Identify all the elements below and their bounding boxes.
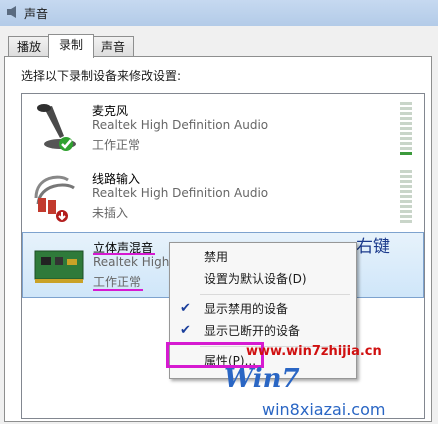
device-description: Realtek High — [93, 255, 170, 269]
menu-item-set-default[interactable]: 设置为默认设备(D) — [172, 268, 354, 290]
microphone-icon — [37, 104, 76, 151]
title-bar: 声音 — [0, 0, 438, 27]
device-description: Realtek High Definition Audio — [92, 118, 269, 132]
line-in-cable-icon — [34, 175, 75, 222]
device-name: 线路输入 — [92, 172, 141, 186]
level-meter — [400, 170, 412, 226]
tab-playback[interactable]: 播放 — [8, 36, 50, 57]
device-row[interactable]: 线路输入 Realtek High Definition Audio 未插入 — [22, 164, 424, 230]
annotation-underline — [93, 289, 143, 291]
watermark-site: win8xiazai.com — [262, 400, 386, 419]
checkmark-icon: ✔ — [180, 301, 191, 316]
watermark-logo: Win7 — [224, 364, 300, 394]
checkmark-icon: ✔ — [180, 323, 191, 338]
device-status: 工作正常 — [92, 138, 141, 152]
tab-sounds[interactable]: 声音 — [92, 36, 134, 57]
menu-item-show-disconnected[interactable]: ✔ 显示已断开的设备 — [172, 320, 354, 342]
speaker-icon — [7, 6, 16, 18]
menu-item-disable[interactable]: 禁用 — [172, 246, 354, 268]
right-click-annotation: 右键 — [356, 237, 390, 257]
device-name: 麦克风 — [92, 104, 129, 118]
menu-item-show-disabled[interactable]: ✔ 显示禁用的设备 — [172, 298, 354, 320]
watermark-url: www.win7zhijia.cn — [246, 344, 382, 359]
sound-card-icon — [34, 250, 84, 283]
instruction-text: 选择以下录制设备来修改设置: — [21, 69, 182, 83]
menu-separator — [200, 294, 350, 295]
device-status: 工作正常 — [93, 275, 142, 289]
tab-recording[interactable]: 录制 — [48, 34, 94, 58]
device-description: Realtek High Definition Audio — [92, 186, 269, 200]
level-meter — [400, 102, 412, 158]
device-row[interactable]: 麦克风 Realtek High Definition Audio 工作正常 — [22, 96, 424, 162]
device-status: 未插入 — [92, 206, 129, 220]
window-title: 声音 — [24, 7, 49, 21]
